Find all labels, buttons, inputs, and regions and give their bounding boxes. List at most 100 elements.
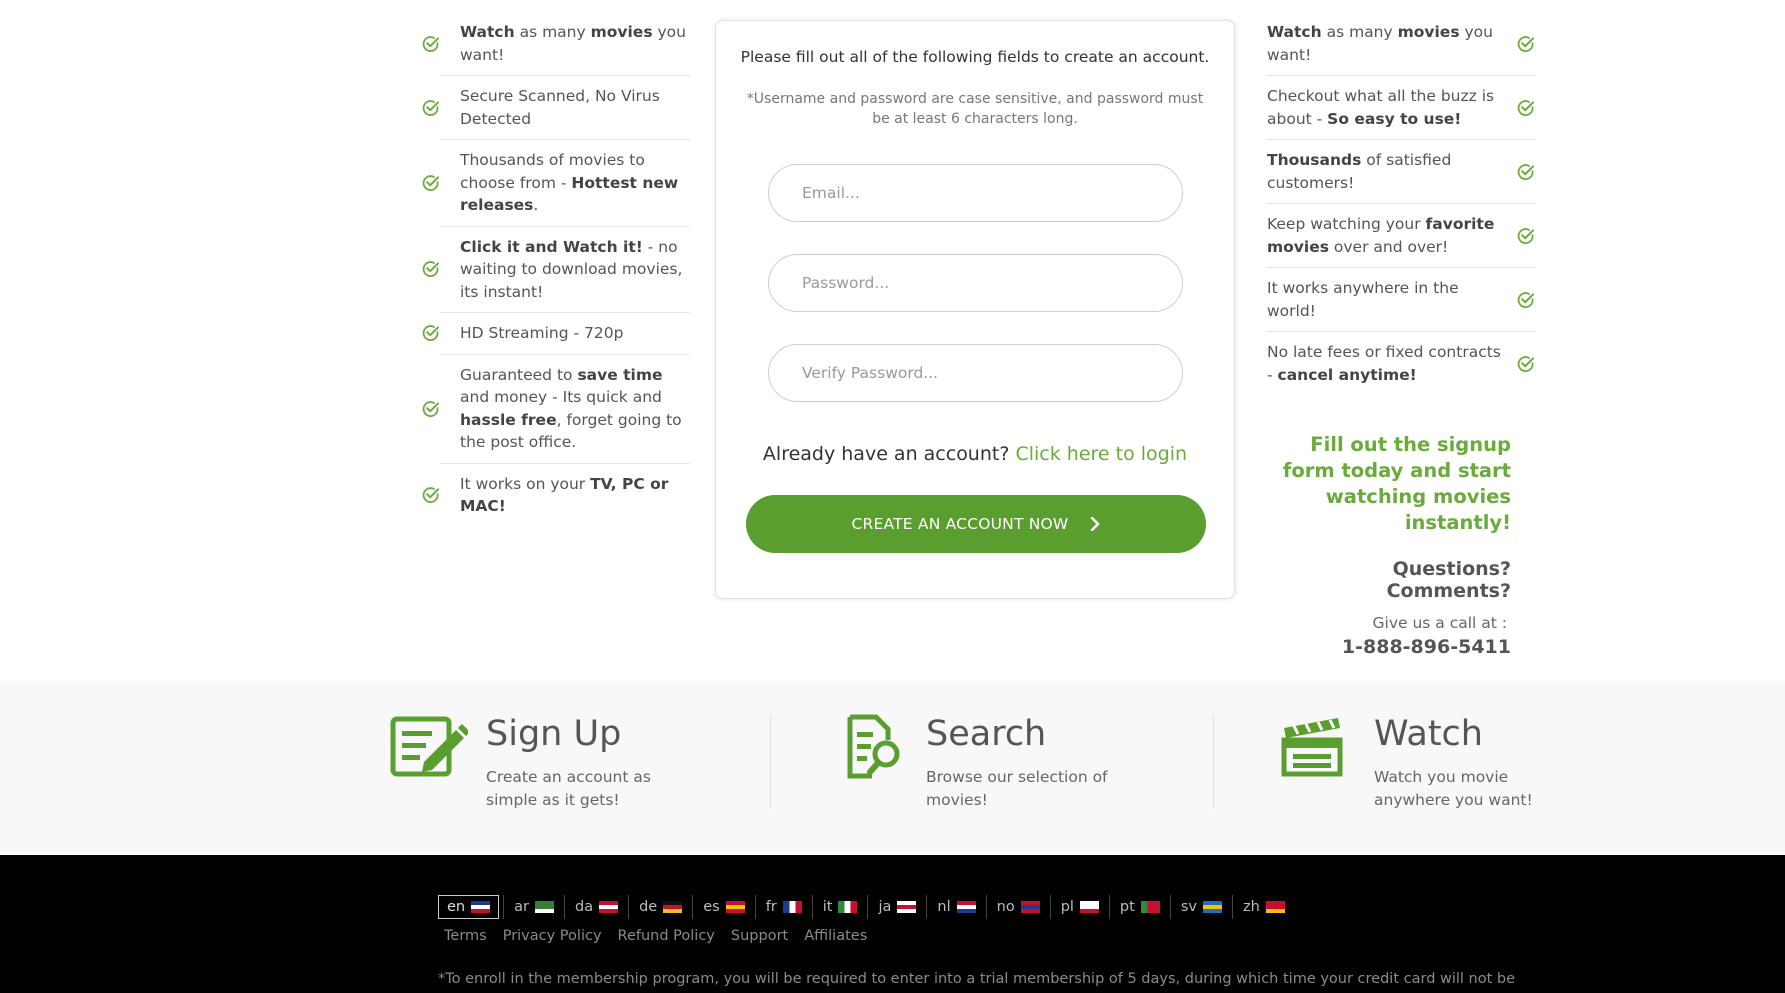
feature-text: No late fees or fixed contracts - cancel…	[1267, 341, 1505, 386]
language-option-de[interactable]: de	[628, 895, 692, 919]
feature-item: Watch as many movies you want!	[422, 12, 690, 76]
call-label: Give us a call at :	[1372, 614, 1508, 632]
language-option-zh[interactable]: zh	[1231, 895, 1295, 919]
feature-text-part: It works anywhere in the world!	[1267, 279, 1459, 320]
flag-icon	[599, 901, 619, 913]
check-circle-icon	[1515, 99, 1537, 117]
check-circle-icon	[1515, 291, 1537, 309]
language-option-ar[interactable]: ar	[503, 895, 564, 919]
language-option-fr[interactable]: fr	[754, 895, 812, 919]
feature-highlight: Watch	[460, 23, 515, 41]
feature-text-part: Keep watching your	[1267, 215, 1426, 233]
language-option-es[interactable]: es	[692, 895, 754, 919]
step-search: Search Browse our selection of movies!	[846, 714, 1116, 812]
flag-icon	[956, 901, 976, 913]
phone-number[interactable]: 1-888-896-5411	[1267, 636, 1511, 658]
flag-icon	[1140, 901, 1160, 913]
feature-item: Guaranteed to save time and money - Its …	[422, 355, 690, 464]
create-account-label: CREATE AN ACCOUNT NOW	[851, 515, 1069, 533]
check-circle-icon	[420, 400, 442, 418]
login-prompt-text: Already have an account?	[762, 443, 1010, 465]
create-account-button[interactable]: CREATE AN ACCOUNT NOW	[746, 495, 1206, 553]
step-title: Watch	[1374, 714, 1483, 754]
feature-item: It works anywhere in the world!	[1267, 268, 1537, 332]
check-circle-icon	[420, 260, 442, 278]
flag-icon	[663, 901, 683, 913]
language-code: it	[822, 899, 833, 915]
verify-password-input[interactable]	[768, 344, 1183, 402]
language-option-it[interactable]: it	[811, 895, 868, 919]
feature-text-part: Secure Scanned, No Virus Detected	[460, 87, 660, 128]
feature-text: Keep watching your favorite movies over …	[1267, 213, 1505, 258]
promo-headline: Fill out the signup form today and start…	[1282, 433, 1511, 534]
privacy-link[interactable]: Privacy Policy	[503, 928, 602, 944]
login-prompt: Already have an account? Click here to l…	[716, 443, 1234, 465]
flag-icon	[1265, 901, 1285, 913]
language-option-ja[interactable]: ja	[867, 895, 926, 919]
questions-heading: Questions? Comments?	[1386, 558, 1511, 602]
form-note-text: *Username and password are case sensitiv…	[746, 91, 1204, 127]
signup-icon	[390, 714, 470, 812]
flag-icon	[897, 901, 917, 913]
language-option-sv[interactable]: sv	[1169, 895, 1232, 919]
feature-text-part: Guaranteed to	[460, 365, 578, 384]
language-option-da[interactable]: da	[563, 895, 628, 919]
feature-text: HD Streaming - 720p	[460, 322, 690, 345]
language-code: fr	[765, 899, 777, 915]
right-feature-list: Watch as many movies you want! Checkout w…	[1267, 12, 1537, 395]
feature-text-part: over and over!	[1328, 237, 1449, 256]
language-code: da	[574, 899, 594, 915]
feature-item: No late fees or fixed contracts - cancel…	[1267, 332, 1537, 395]
language-code: ja	[878, 899, 892, 915]
terms-link[interactable]: Terms	[444, 928, 487, 944]
step-desc: Create an account as simple as it gets!	[486, 768, 651, 809]
feature-text-part: and money - Its quick and	[460, 388, 662, 406]
affiliates-link[interactable]: Affiliates	[804, 928, 867, 944]
footer-links: Terms Privacy Policy Refund Policy Suppo…	[444, 928, 867, 944]
refund-link[interactable]: Refund Policy	[618, 928, 715, 944]
language-selector: en ar da de es fr it ja nl no pl pt sv zh	[438, 895, 1295, 919]
language-code: no	[996, 899, 1015, 915]
feature-text-part: as many	[1321, 23, 1398, 41]
language-code: ar	[514, 899, 529, 915]
language-option-pl[interactable]: pl	[1049, 895, 1109, 919]
email-input[interactable]	[768, 164, 1183, 222]
feature-text: Secure Scanned, No Virus Detected	[460, 85, 690, 130]
footer: en ar da de es fr it ja nl no pl pt sv zh Terms Priva…	[0, 855, 1785, 993]
language-code: pt	[1119, 899, 1135, 915]
feature-text: Watch as many movies you want!	[1267, 21, 1505, 66]
feature-text: Checkout what all the buzz is about - So…	[1267, 85, 1505, 130]
step-divider	[770, 715, 771, 809]
check-circle-icon	[1515, 227, 1537, 245]
support-link[interactable]: Support	[731, 928, 788, 944]
language-option-en[interactable]: en	[438, 895, 500, 919]
check-circle-icon	[1515, 35, 1537, 53]
feature-highlight: hassle free	[460, 410, 557, 429]
feature-text: Thousands of movies to choose from - Hot…	[460, 149, 690, 217]
signup-form-card: Please fill out all of the following fie…	[715, 20, 1235, 599]
feature-item: Thousands of movies to choose from - Hot…	[422, 140, 690, 227]
language-code: es	[703, 899, 720, 915]
language-option-nl[interactable]: nl	[926, 895, 985, 919]
feature-highlight: save time	[577, 365, 663, 384]
left-feature-list: Watch as many movies you want! Secure Sca…	[420, 12, 690, 527]
step-signup: Sign Up Create an account as simple as i…	[390, 714, 656, 812]
step-watch: Watch Watch you movie anywhere you want!	[1280, 714, 1544, 812]
check-circle-icon	[420, 324, 442, 342]
language-option-pt[interactable]: pt	[1108, 895, 1170, 919]
language-code: de	[639, 899, 658, 915]
flag-icon	[1079, 901, 1099, 913]
password-input[interactable]	[768, 254, 1183, 312]
feature-item: Watch as many movies you want!	[1267, 12, 1537, 76]
feature-item: Secure Scanned, No Virus Detected	[422, 76, 690, 140]
login-link[interactable]: Click here to login	[1015, 443, 1187, 465]
language-code: nl	[937, 899, 951, 915]
feature-highlight: So easy to use!	[1327, 109, 1462, 128]
feature-highlight: movies	[1397, 23, 1460, 41]
flag-icon	[471, 901, 491, 913]
step-desc: Browse our selection of movies!	[926, 768, 1108, 809]
steps-band: Sign Up Create an account as simple as i…	[0, 681, 1785, 856]
language-code: sv	[1180, 899, 1197, 915]
language-option-no[interactable]: no	[985, 895, 1050, 919]
feature-text-part: HD Streaming - 720p	[460, 324, 624, 342]
